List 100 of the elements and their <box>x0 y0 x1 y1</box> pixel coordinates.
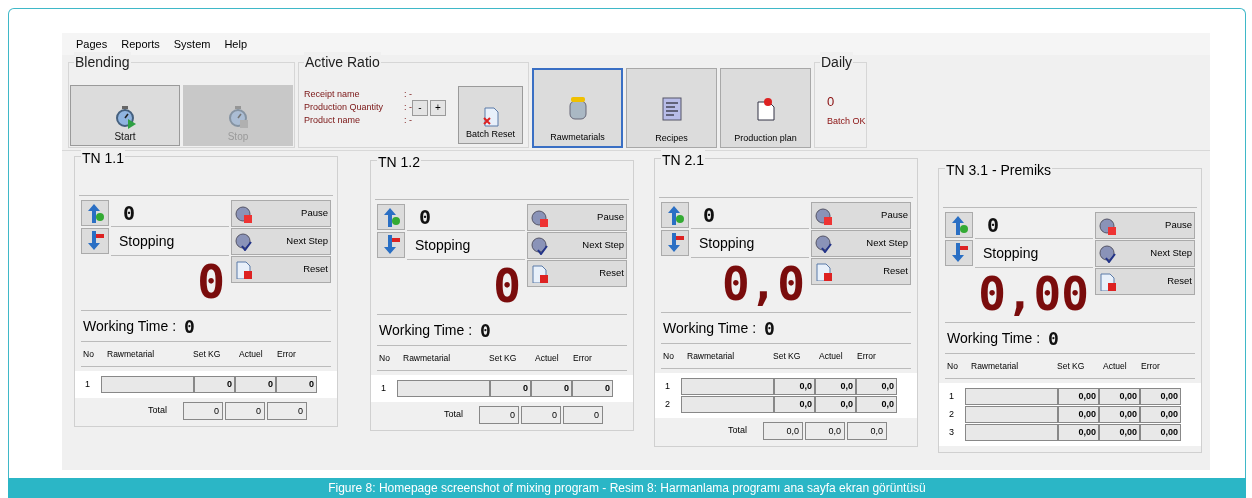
nav-button[interactable]: Rawmetarials <box>532 68 623 148</box>
table-cell: 0,0 <box>774 378 815 395</box>
count-label: Batch OK <box>827 115 866 128</box>
action-button[interactable]: Reset <box>527 260 627 287</box>
decrement-button[interactable]: - <box>412 99 428 116</box>
working-time-label: Working Time : <box>83 316 177 336</box>
working-time-display: 0 <box>1048 326 1059 351</box>
action-button[interactable]: Pause <box>811 202 911 229</box>
move-up-button[interactable] <box>81 200 109 226</box>
menu-item[interactable]: Pages <box>76 35 108 53</box>
row-number: 2 <box>664 397 671 411</box>
column-header: Error <box>1141 359 1161 373</box>
action-button[interactable]: Reset <box>1095 268 1195 295</box>
table-cell: 0,00 <box>1140 388 1181 405</box>
column-header: Error <box>573 351 593 365</box>
stopwatch-icon <box>114 105 136 129</box>
working-time-display: 0 <box>480 318 491 343</box>
action-button[interactable]: Pause <box>527 204 627 231</box>
action-button[interactable]: Pause <box>1095 212 1195 239</box>
column-header: Rawmetarial <box>687 349 736 363</box>
field-value: : - <box>404 114 412 127</box>
table-cell: 0,0 <box>856 396 897 413</box>
column-header: Rawmetarial <box>107 347 156 361</box>
menu-item[interactable]: Reports <box>121 35 160 53</box>
action-button[interactable]: Next Step <box>231 228 331 255</box>
column-header: Actuel <box>1103 359 1128 373</box>
table-cell: 0 <box>194 376 235 393</box>
table-cell: 0,00 <box>1099 388 1140 405</box>
group-title: Blending <box>74 52 131 73</box>
table-cell: 0,00 <box>1058 388 1099 405</box>
table-cell: 0,0 <box>856 378 897 395</box>
total-cell: 0,0 <box>847 422 887 440</box>
table-cell: 0 <box>235 376 276 393</box>
action-button[interactable]: Reset <box>231 256 331 283</box>
move-up-button[interactable] <box>377 204 405 230</box>
document-delete-icon <box>1098 272 1116 291</box>
total-label: Total <box>443 408 464 422</box>
working-time-display: 0 <box>184 314 195 339</box>
column-header: Actuel <box>535 351 560 365</box>
column-header: No <box>83 347 95 361</box>
arrow-up-plus-icon <box>382 207 400 227</box>
batch-reset-button[interactable]: Batch Reset <box>458 86 523 144</box>
action-button[interactable]: Next Step <box>811 230 911 257</box>
menu-item[interactable]: System <box>173 35 211 53</box>
increment-button[interactable]: + <box>430 99 446 116</box>
row-number: 1 <box>380 381 387 395</box>
column-header: Error <box>277 347 297 361</box>
table-cell: 0,00 <box>1099 406 1140 423</box>
table-cell: 0,00 <box>1140 424 1181 441</box>
document-delete-icon <box>234 260 252 279</box>
move-up-button[interactable] <box>661 202 689 228</box>
menu-item[interactable]: Help <box>224 35 248 53</box>
field-value: : - <box>404 101 412 114</box>
figure-caption: Figure 8: Homepage screenshot of mixing program - Resim 8: Harmanlama programı ana sayfa ekran görüntüsü <box>328 480 926 497</box>
column-header: Actuel <box>239 347 264 361</box>
action-button[interactable]: Next Step <box>527 232 627 259</box>
move-up-button[interactable] <box>945 212 973 238</box>
start-button[interactable]: Start <box>70 85 180 146</box>
table-cell: 0 <box>572 380 613 397</box>
counter-display: 0 <box>986 212 1000 238</box>
row-number: 1 <box>84 377 91 391</box>
working-time-label: Working Time : <box>379 320 473 340</box>
total-cell: 0 <box>183 402 223 420</box>
counter-display: 0 <box>702 202 716 228</box>
arrow-down-minus-icon <box>382 235 400 255</box>
arrow-down-minus-icon <box>666 233 684 253</box>
move-down-button[interactable] <box>945 240 973 266</box>
table-cell: 0,00 <box>1058 424 1099 441</box>
nav-button[interactable]: Production plan <box>720 68 811 148</box>
total-cell: 0 <box>479 406 519 424</box>
arrow-down-minus-icon <box>86 231 104 251</box>
total-cell: 0,0 <box>763 422 803 440</box>
arrow-down-minus-icon <box>950 243 968 263</box>
move-down-button[interactable] <box>377 232 405 258</box>
total-cell: 0,0 <box>805 422 845 440</box>
table-cell: 0 <box>490 380 531 397</box>
document-delete-icon <box>480 105 501 128</box>
table-cell: 0,00 <box>1099 424 1140 441</box>
status-text: Stopping <box>415 235 471 255</box>
row-number: 1 <box>664 379 671 393</box>
document-delete-icon <box>814 262 832 281</box>
column-header: No <box>663 349 675 363</box>
group-title: Daily <box>820 52 854 73</box>
column-header: No <box>379 351 391 365</box>
action-button[interactable]: Pause <box>231 200 331 227</box>
column-header: Set KG <box>773 349 802 363</box>
status-text: Stopping <box>699 233 755 253</box>
working-time-display: 0 <box>764 316 775 341</box>
action-button[interactable]: Reset <box>811 258 911 285</box>
action-button[interactable]: Next Step <box>1095 240 1195 267</box>
weight-display: 0 <box>493 260 522 312</box>
field-label: Production Quantity <box>304 101 385 114</box>
status-text: Stopping <box>119 231 175 251</box>
table-cell: 0 <box>276 376 317 393</box>
move-down-button[interactable] <box>661 230 689 256</box>
move-down-button[interactable] <box>81 228 109 254</box>
total-cell: 0 <box>225 402 265 420</box>
stopwatch-icon <box>227 105 249 129</box>
nav-button[interactable]: Recipes <box>626 68 717 148</box>
column-header: Rawmetarial <box>403 351 452 365</box>
